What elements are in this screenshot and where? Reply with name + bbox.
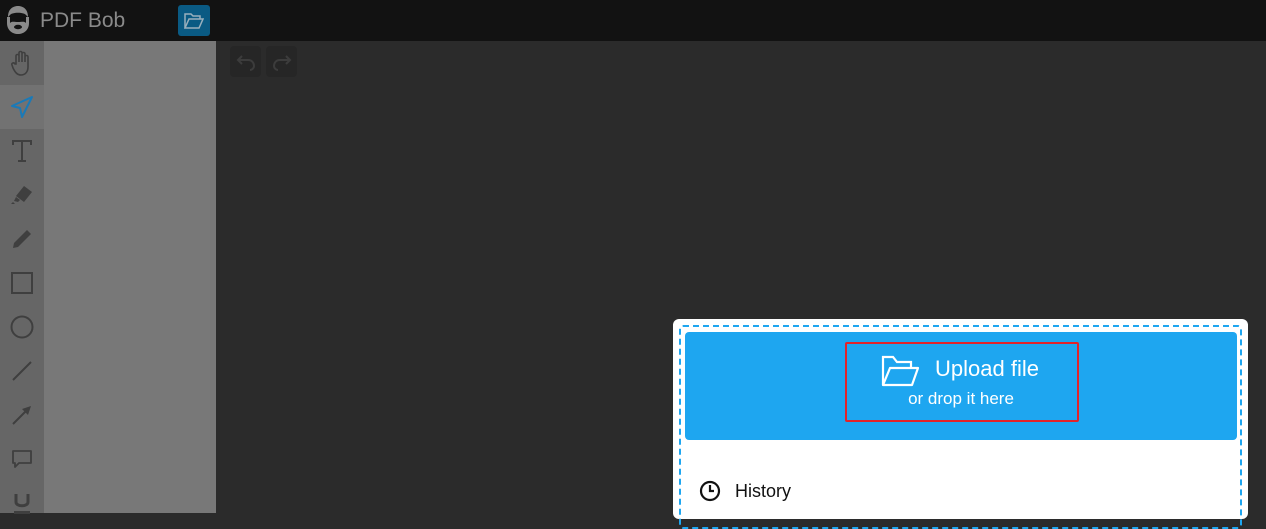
redo-button[interactable] <box>266 46 297 77</box>
pencil-icon <box>13 230 31 248</box>
highlighter-icon <box>11 186 32 204</box>
tool-comment[interactable] <box>0 437 44 481</box>
tool-ellipse[interactable] <box>0 305 44 349</box>
top-bar: PDF Bob <box>0 0 1266 41</box>
open-file-button[interactable] <box>178 5 210 36</box>
clock-icon <box>699 480 721 502</box>
arrow-icon <box>12 406 31 425</box>
line-icon <box>12 361 32 381</box>
history-link[interactable]: History <box>699 480 791 502</box>
tool-arrow[interactable] <box>0 393 44 437</box>
comment-icon <box>12 450 32 468</box>
upload-title: Upload file <box>935 356 1039 381</box>
upload-file-button[interactable]: Upload file or drop it here <box>685 332 1237 440</box>
circle-icon <box>10 315 34 339</box>
tool-bar <box>0 41 44 514</box>
tool-pencil[interactable] <box>0 217 44 261</box>
tool-select[interactable] <box>0 85 44 129</box>
undo-icon <box>236 54 255 71</box>
history-label: History <box>735 480 792 501</box>
upload-subtitle: or drop it here <box>908 389 1014 408</box>
text-icon <box>12 140 32 162</box>
folder-open-icon <box>184 12 204 29</box>
app-title: PDF Bob <box>40 9 126 32</box>
tool-highlighter[interactable] <box>0 173 44 217</box>
cursor-arrow-icon <box>11 96 33 118</box>
tool-rectangle[interactable] <box>0 261 44 305</box>
undo-button[interactable] <box>230 46 261 77</box>
tool-text[interactable] <box>0 129 44 173</box>
underline-icon <box>14 494 30 514</box>
hand-icon <box>11 50 29 76</box>
tool-underline[interactable] <box>0 481 44 525</box>
tool-hand[interactable] <box>0 41 44 85</box>
redo-icon <box>272 54 291 71</box>
folder-open-icon <box>881 355 920 387</box>
tool-line[interactable] <box>0 349 44 393</box>
bearded-face-icon <box>7 6 29 34</box>
upload-card: Upload file or drop it here History <box>673 319 1248 529</box>
side-panel <box>44 41 216 513</box>
rectangle-icon <box>11 272 33 294</box>
